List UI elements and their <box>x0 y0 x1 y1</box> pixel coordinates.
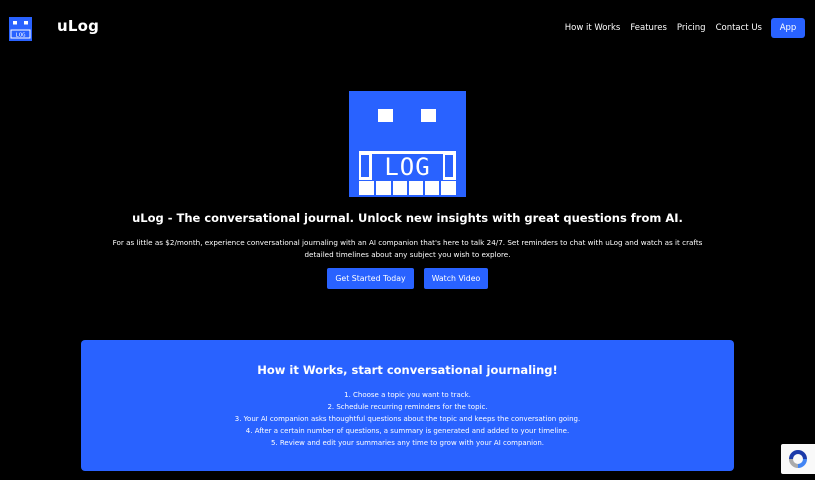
nav-how-it-works[interactable]: How it Works <box>565 18 621 38</box>
step-item: 4. After a certain number of questions, … <box>245 427 570 435</box>
brand-name[interactable]: uLog <box>57 17 99 35</box>
ulog-logo-icon[interactable]: LOG <box>9 17 32 41</box>
how-it-works-title: How it Works, start conversational journ… <box>257 363 558 377</box>
app-button[interactable]: App <box>771 18 805 38</box>
logo-text: LOG <box>16 33 26 39</box>
hero-buttons: Get Started Today Watch Video <box>0 268 815 289</box>
recaptcha-badge[interactable] <box>781 444 815 474</box>
watch-video-button[interactable]: Watch Video <box>424 268 488 289</box>
step-item: 1. Choose a topic you want to track. <box>344 391 471 399</box>
nav-features[interactable]: Features <box>630 18 667 38</box>
get-started-button[interactable]: Get Started Today <box>327 268 414 289</box>
step-item: 5. Review and edit your summaries any ti… <box>270 439 545 447</box>
how-it-works-steps: 1. Choose a topic you want to track. 2. … <box>81 389 734 449</box>
recaptcha-icon <box>789 450 807 468</box>
nav-pricing[interactable]: Pricing <box>677 18 706 38</box>
step-item: 3. Your AI companion asks thoughtful que… <box>234 415 581 423</box>
site-header: LOG uLog How it Works Features Pricing C… <box>0 0 815 56</box>
step-item: 2. Schedule recurring reminders for the … <box>327 403 488 411</box>
nav-contact-us[interactable]: Contact Us <box>716 18 762 38</box>
hero-description: For as little as $2/month, experience co… <box>112 238 703 259</box>
hero-robot-logo-icon: LOG <box>349 91 466 197</box>
main-nav: How it Works Features Pricing Contact Us… <box>555 18 805 38</box>
hero-logo-text: LOG <box>384 153 430 181</box>
how-it-works-card: How it Works, start conversational journ… <box>81 340 734 471</box>
hero-title: uLog - The conversational journal. Unloc… <box>132 211 683 225</box>
